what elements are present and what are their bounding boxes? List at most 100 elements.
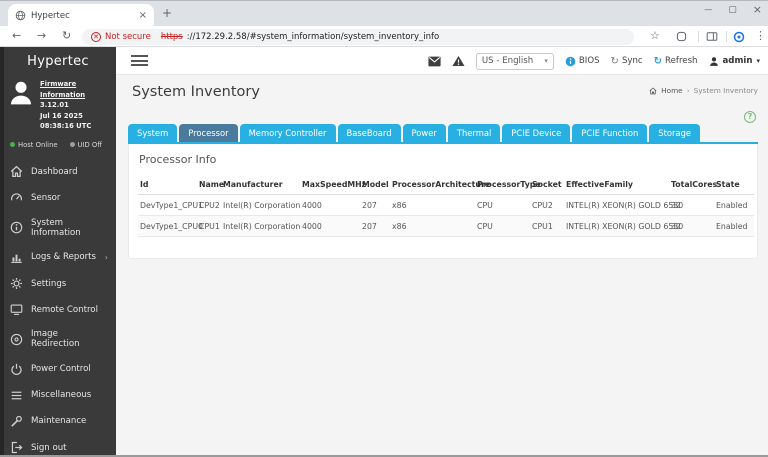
system-info-icon xyxy=(10,221,23,234)
sidebar-item-image-redirection[interactable]: Image Redirection xyxy=(0,323,116,356)
host-status-row: Host OnlineUID Off xyxy=(0,134,116,155)
bios-button[interactable]: BIOS xyxy=(565,56,600,67)
tab-storage[interactable]: Storage xyxy=(649,124,700,143)
sidebar-item-label: Power Control xyxy=(31,364,91,374)
window-maximize-button[interactable]: ▢ xyxy=(728,5,737,15)
column-header-socket: Socket xyxy=(530,174,564,195)
column-header-processorarchitecture: ProcessorArchitecture xyxy=(390,174,475,195)
back-button[interactable]: ← xyxy=(12,29,21,42)
column-header-name: Name xyxy=(197,174,221,195)
not-secure-label: Not secure xyxy=(105,32,151,42)
tab-memory-controller[interactable]: Memory Controller xyxy=(240,124,336,143)
bookmark-star-icon[interactable]: ☆ xyxy=(650,29,660,42)
language-select[interactable]: US - English ▾ xyxy=(476,53,554,70)
new-tab-button[interactable]: + xyxy=(162,6,172,20)
sidebar-item-dashboard[interactable]: Dashboard xyxy=(0,159,116,185)
window-minimize-button[interactable]: — xyxy=(704,5,712,14)
browser-tab[interactable]: Hypertec × xyxy=(8,4,154,27)
tab-close-icon[interactable]: × xyxy=(139,10,147,21)
tab-power[interactable]: Power xyxy=(403,124,446,143)
firmware-information-link[interactable]: Firmware Information xyxy=(40,79,112,100)
sidebar-item-label: Sign out xyxy=(31,443,67,453)
sidebar-item-label: Settings xyxy=(31,279,66,289)
power-icon xyxy=(10,363,23,376)
remote-control-monitor-icon xyxy=(10,303,23,316)
url-scheme: https xyxy=(161,32,183,42)
sidebar-item-label: Miscellaneous xyxy=(31,390,91,400)
caret-down-icon: ▾ xyxy=(544,57,548,65)
tab-pcie-function[interactable]: PCIE Function xyxy=(572,124,647,143)
user-menu[interactable]: admin ▾ xyxy=(709,56,761,67)
app-header: US - English ▾ BIOS ↻ Sync ↻ Refresh adm… xyxy=(116,47,768,75)
tab-baseboard[interactable]: BaseBoard xyxy=(338,124,401,143)
hamburger-menu-icon[interactable] xyxy=(131,55,148,69)
sidebar-item-label: Remote Control xyxy=(31,305,98,315)
sidebar-item-miscellaneous[interactable]: Miscellaneous xyxy=(0,382,116,408)
sync-label: Sync xyxy=(622,56,643,66)
table-cell: DevType1_CPU1 xyxy=(138,195,197,216)
table-cell: CPU1 xyxy=(197,216,221,237)
sidebar: Hypertec Firmware Information 3.12.01 Ju… xyxy=(0,47,116,455)
status-host-online: Host Online xyxy=(10,141,58,149)
table-cell: CPU xyxy=(475,216,530,237)
table-cell: 207 xyxy=(360,216,390,237)
sidebar-item-settings[interactable]: Settings xyxy=(0,270,116,296)
sidebar-item-sign-out[interactable]: Sign out xyxy=(0,435,116,457)
sidebar-item-system-information[interactable]: System Information xyxy=(0,211,116,244)
browser-menu-icon[interactable]: ⋮ xyxy=(755,29,766,42)
sidebar-item-label: Image Redirection xyxy=(31,329,108,349)
table-cell: 207 xyxy=(360,195,390,216)
sidebar-item-power-control[interactable]: Power Control xyxy=(0,356,116,382)
logs-chart-icon xyxy=(10,251,23,264)
tab-processor[interactable]: Processor xyxy=(179,124,237,143)
sign-out-icon xyxy=(10,441,23,454)
sidebar-item-label: Dashboard xyxy=(31,167,78,177)
sidebar-item-remote-control[interactable]: Remote Control xyxy=(0,297,116,323)
browser-tab-bar: Hypertec × + — ▢ × xyxy=(0,0,768,26)
processor-table: IdNameManufacturerMaxSpeedMHzModelProces… xyxy=(138,174,754,237)
user-avatar xyxy=(8,79,34,132)
table-cell: x86 xyxy=(390,216,475,237)
bios-label: BIOS xyxy=(579,56,600,66)
sidebar-item-sensor[interactable]: Sensor xyxy=(0,185,116,211)
table-cell: Enabled xyxy=(714,195,754,216)
sidebar-item-label: Maintenance xyxy=(31,416,86,426)
help-icon[interactable]: ? xyxy=(744,111,756,123)
user-caret-icon: ▾ xyxy=(756,57,760,65)
breadcrumb-home[interactable]: Home xyxy=(661,86,683,95)
tab-system[interactable]: System xyxy=(128,124,177,143)
profile-avatar-icon[interactable] xyxy=(733,31,745,43)
breadcrumb-current: System Inventory xyxy=(694,86,758,95)
sync-button[interactable]: ↻ Sync xyxy=(611,56,643,67)
reload-button[interactable]: ↻ xyxy=(62,29,71,42)
bios-info-icon xyxy=(565,56,576,67)
messages-envelope-icon[interactable] xyxy=(428,56,441,67)
breadcrumb-home-icon xyxy=(649,87,657,95)
window-close-button[interactable]: × xyxy=(753,3,762,16)
address-bar[interactable]: ✕ Not secure https://172.29.2.58/#system… xyxy=(82,29,634,45)
table-row[interactable]: DevType1_CPU1CPU2Intel(R) Corporation400… xyxy=(138,195,754,216)
table-cell: 32 xyxy=(669,216,714,237)
language-value: US - English xyxy=(482,56,533,66)
tab-title: Hypertec xyxy=(31,11,134,21)
sidebar-scrollbar[interactable] xyxy=(0,47,4,455)
side-panel-icon[interactable] xyxy=(706,31,718,42)
forward-button[interactable]: → xyxy=(37,29,46,42)
table-row[interactable]: DevType1_CPU0CPU1Intel(R) Corporation400… xyxy=(138,216,754,237)
alerts-warning-icon[interactable] xyxy=(452,55,465,67)
sensor-gauge-icon xyxy=(10,191,23,204)
firmware-version: 3.12.01 xyxy=(40,100,112,111)
sync-icon: ↻ xyxy=(611,56,619,67)
sidebar-item-logs-reports[interactable]: Logs & Reports› xyxy=(0,244,116,270)
tab-pcie-device[interactable]: PCIE Device xyxy=(502,124,570,143)
refresh-button[interactable]: ↻ Refresh xyxy=(654,56,698,67)
sidebar-item-maintenance[interactable]: Maintenance xyxy=(0,408,116,434)
not-secure-icon: ✕ xyxy=(91,32,101,42)
tab-thermal[interactable]: Thermal xyxy=(448,124,501,143)
column-header-totalcores: TotalCores xyxy=(669,174,714,195)
extensions-icon[interactable] xyxy=(676,31,687,42)
column-header-manufacturer: Manufacturer xyxy=(221,174,300,195)
table-cell: x86 xyxy=(390,195,475,216)
status-dot-icon xyxy=(10,142,15,147)
refresh-label: Refresh xyxy=(665,56,697,66)
